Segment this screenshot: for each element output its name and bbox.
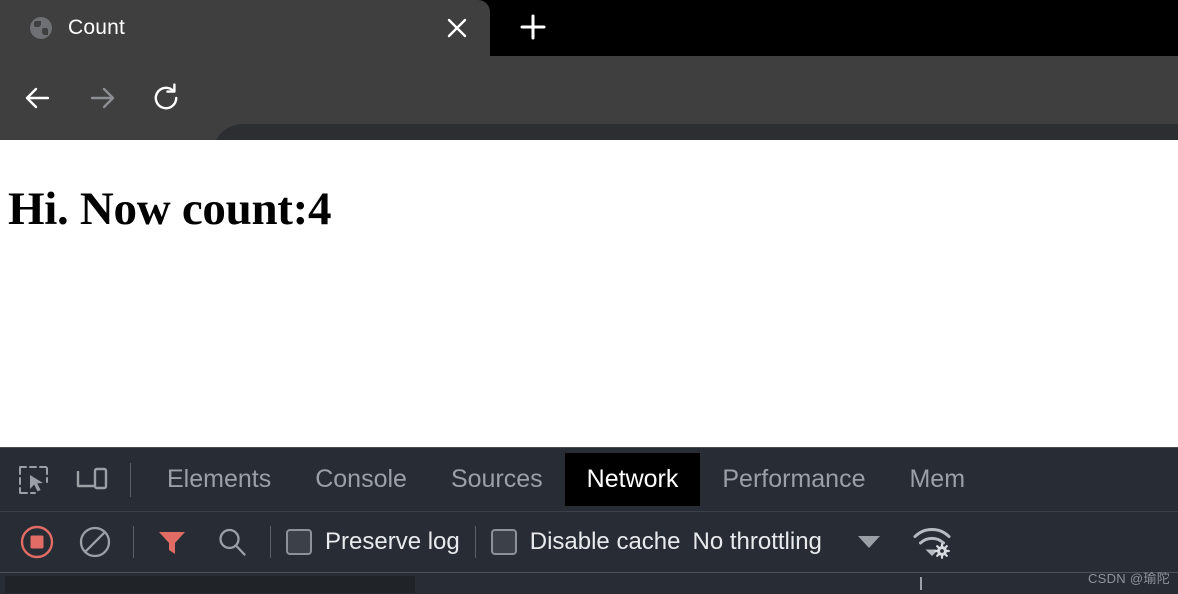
watermark: CSDN @瑜陀 — [1087, 571, 1170, 586]
forward-arrow-icon[interactable] — [80, 76, 124, 120]
tab-sources[interactable]: Sources — [429, 453, 565, 506]
back-arrow-icon[interactable] — [16, 76, 60, 120]
disable-cache-checkbox[interactable] — [490, 529, 517, 555]
devtools-panel: Elements Console Sources Network Perform… — [0, 447, 1178, 594]
navigation-toolbar: 127.0.0.1:9000/count — [0, 56, 1178, 186]
toolbar-divider-2 — [270, 526, 271, 558]
tab-elements[interactable]: Elements — [145, 453, 293, 506]
toolbar-divider-1 — [133, 526, 134, 558]
toolbar-divider — [130, 462, 131, 497]
search-icon[interactable] — [209, 519, 255, 565]
preserve-log-checkbox[interactable] — [286, 529, 312, 555]
filter-funnel-icon[interactable] — [149, 519, 195, 565]
page-heading: Hi. Now count:4 — [8, 183, 332, 235]
network-overview[interactable] — [0, 573, 1178, 593]
overview-tick-marker — [920, 577, 922, 590]
preserve-log-label: Preserve log — [325, 528, 460, 555]
close-icon[interactable] — [442, 13, 472, 43]
chevron-down-icon[interactable] — [857, 536, 880, 548]
tab-console[interactable]: Console — [293, 453, 429, 506]
reload-icon[interactable] — [144, 76, 188, 120]
browser-tab-count[interactable]: Count — [0, 0, 490, 56]
wifi-gear-icon[interactable] — [906, 519, 958, 565]
browser-window: Count Hi. Now count:4 Elements Console S… — [0, 0, 1178, 594]
device-toolbar-icon[interactable] — [68, 456, 116, 504]
disable-cache-control[interactable]: Disable cache — [490, 528, 681, 556]
disable-cache-label: Disable cache — [529, 528, 681, 555]
preserve-log-control[interactable]: Preserve log — [286, 528, 460, 556]
tab-strip: Count — [0, 0, 1178, 56]
clear-icon[interactable] — [72, 519, 118, 565]
globe-icon — [30, 17, 52, 39]
page-viewport: Hi. Now count:4 — [0, 140, 1178, 447]
tab-network[interactable]: Network — [564, 453, 701, 506]
tab-performance[interactable]: Performance — [700, 453, 887, 506]
network-toolbar: Preserve log Disable cache No throttling — [0, 512, 1178, 573]
record-stop-icon[interactable] — [14, 519, 60, 565]
overview-timeline-bar — [5, 576, 415, 593]
tab-memory[interactable]: Mem — [887, 453, 987, 506]
new-tab-button[interactable] — [505, 4, 561, 50]
throttling-select-value[interactable]: No throttling — [692, 528, 821, 556]
devtools-tab-bar: Elements Console Sources Network Perform… — [0, 448, 1178, 512]
tab-title: Count — [68, 16, 126, 39]
toolbar-divider-3 — [474, 526, 476, 558]
inspect-element-icon[interactable] — [10, 456, 58, 504]
